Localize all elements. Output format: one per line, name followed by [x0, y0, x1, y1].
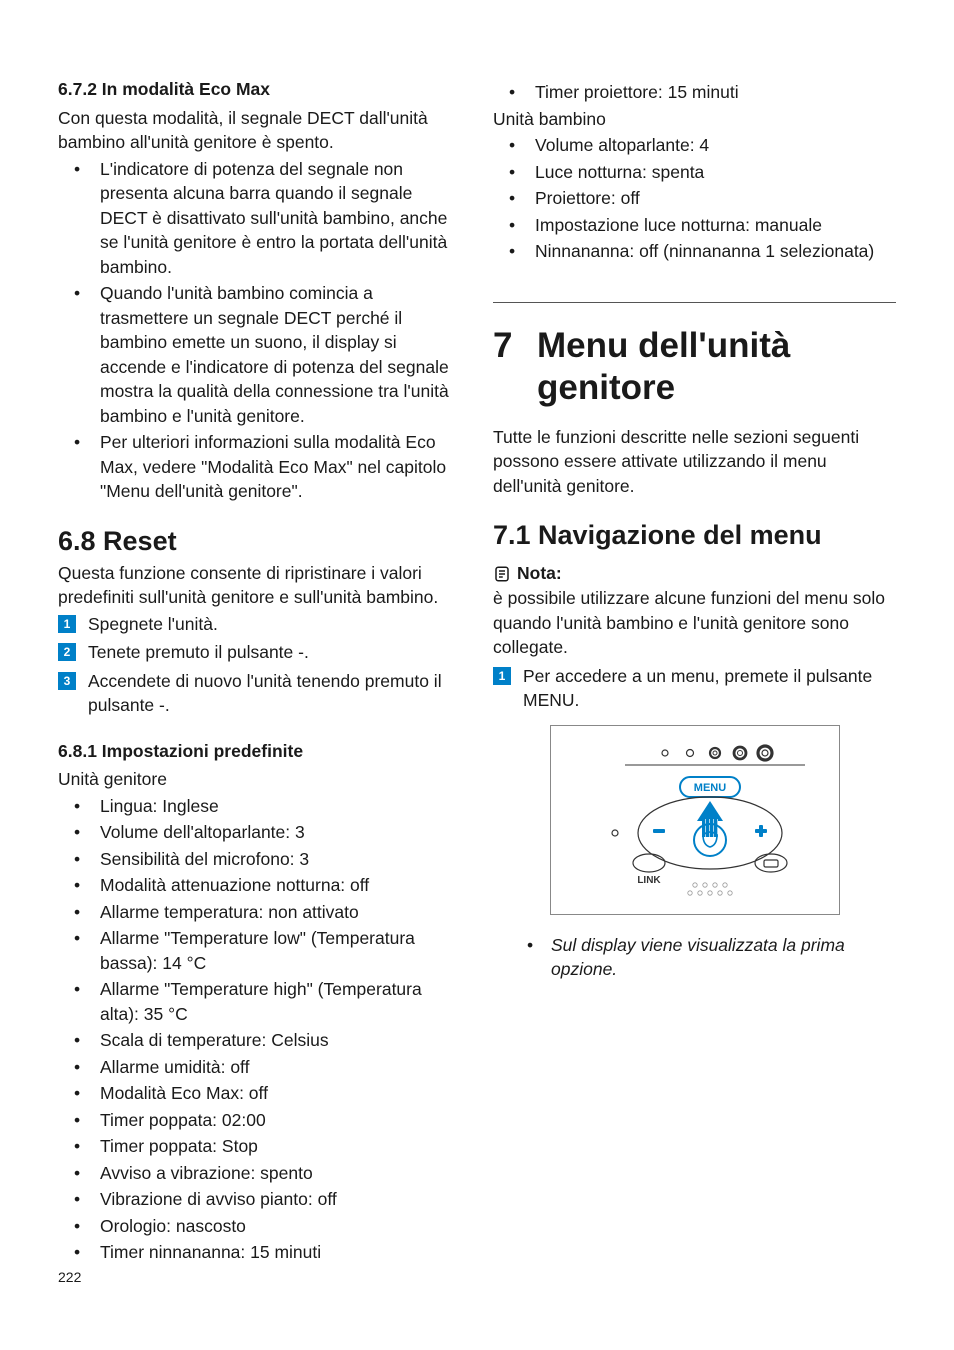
step-result: Sul display viene visualizzata la prima …	[493, 933, 896, 982]
list-item: Allarme temperatura: non attivato	[58, 900, 461, 925]
step-text: Per accedere a un menu, premete il pulsa…	[523, 666, 872, 711]
list-item: Allarme umidità: off	[58, 1055, 461, 1080]
heading-7: 7Menu dell'unità genitore	[493, 325, 896, 409]
list-item: Impostazione luce notturna: manuale	[493, 213, 896, 238]
result-text: Sul display viene visualizzata la prima …	[493, 933, 896, 982]
list-item: Timer poppata: Stop	[58, 1134, 461, 1159]
intro-68: Questa funzione consente di ripristinare…	[58, 561, 461, 610]
step-item: 2 Tenete premuto il pulsante -.	[58, 640, 461, 665]
note-icon	[493, 565, 511, 583]
bullet-item: Quando l'unità bambino comincia a trasme…	[58, 281, 461, 428]
step-number-icon: 2	[58, 643, 76, 661]
note-heading: Nota:	[493, 563, 896, 584]
step-item: 1 Per accedere a un menu, premete il puls…	[493, 664, 896, 713]
list-item: Modalità Eco Max: off	[58, 1081, 461, 1106]
chapter-title: Menu dell'unità genitore	[537, 325, 892, 409]
bullets-672: L'indicatore di potenza del segnale non …	[58, 157, 461, 504]
unit2-list: Volume altoparlante: 4 Luce notturna: sp…	[493, 133, 896, 264]
device-illustration: MENU	[550, 725, 840, 915]
list-item: Luce notturna: spenta	[493, 160, 896, 185]
illus-menu-label: MENU	[693, 782, 725, 794]
list-item: Avviso a vibrazione: spento	[58, 1161, 461, 1186]
step-number-icon: 3	[58, 672, 76, 690]
heading-71: 7.1 Navigazione del menu	[493, 520, 896, 551]
list-item: Ninnananna: off (ninnananna 1 selezionat…	[493, 239, 896, 264]
step-text: Accendete di nuovo l'unità tenendo premu…	[88, 671, 442, 716]
steps-71: 1 Per accedere a un menu, premete il puls…	[493, 664, 896, 713]
cont-bullets: Timer proiettore: 15 minuti	[493, 80, 896, 105]
list-item: Volume altoparlante: 4	[493, 133, 896, 158]
list-item: Scala di temperature: Celsius	[58, 1028, 461, 1053]
list-item: Allarme "Temperature low" (Temperatura b…	[58, 926, 461, 975]
chapter-number: 7	[493, 325, 537, 367]
step-text: Tenete premuto il pulsante -.	[88, 642, 309, 662]
step-number-icon: 1	[58, 615, 76, 633]
unit1-list: Lingua: Inglese Volume dell'altoparlante…	[58, 794, 461, 1265]
heading-68: 6.8 Reset	[58, 526, 461, 557]
list-item: Timer poppata: 02:00	[58, 1108, 461, 1133]
illus-link-label: LINK	[637, 875, 661, 886]
step-text: Spegnete l'unità.	[88, 614, 218, 634]
right-column: Timer proiettore: 15 minuti Unità bambin…	[493, 78, 896, 1267]
unit2-label: Unità bambino	[493, 107, 896, 132]
list-item: Volume dell'altoparlante: 3	[58, 820, 461, 845]
list-item: Proiettore: off	[493, 186, 896, 211]
bullet-item: L'indicatore di potenza del segnale non …	[58, 157, 461, 280]
step-item: 3 Accendete di nuovo l'unità tenendo prem…	[58, 669, 461, 718]
heading-672: 6.7.2 In modalità Eco Max	[58, 78, 461, 102]
unit1-label: Unità genitore	[58, 767, 461, 792]
device-svg: MENU	[565, 735, 825, 905]
heading-681: 6.8.1 Impostazioni predefinite	[58, 740, 461, 764]
section-divider	[493, 302, 896, 303]
note-label: Nota:	[517, 563, 562, 584]
list-item: Vibrazione di avviso pianto: off	[58, 1187, 461, 1212]
step-item: 1 Spegnete l'unità.	[58, 612, 461, 637]
list-item: Sensibilità del microfono: 3	[58, 847, 461, 872]
steps-68: 1 Spegnete l'unità. 2 Tenete premuto il pu…	[58, 612, 461, 718]
list-item: Modalità attenuazione notturna: off	[58, 873, 461, 898]
bullet-item: Per ulteriori informazioni sulla modalit…	[58, 430, 461, 504]
list-item: Lingua: Inglese	[58, 794, 461, 819]
page-number: 222	[58, 1269, 81, 1285]
list-item: Timer ninnananna: 15 minuti	[58, 1240, 461, 1265]
list-item: Timer proiettore: 15 minuti	[493, 80, 896, 105]
list-item: Allarme "Temperature high" (Temperatura …	[58, 977, 461, 1026]
list-item: Orologio: nascosto	[58, 1214, 461, 1239]
left-column: 6.7.2 In modalità Eco Max Con questa mod…	[58, 78, 461, 1267]
intro-672: Con questa modalità, il segnale DECT dal…	[58, 106, 461, 155]
step-number-icon: 1	[493, 667, 511, 685]
note-body: è possibile utilizzare alcune funzioni d…	[493, 586, 896, 660]
intro-7: Tutte le funzioni descritte nelle sezion…	[493, 425, 896, 499]
